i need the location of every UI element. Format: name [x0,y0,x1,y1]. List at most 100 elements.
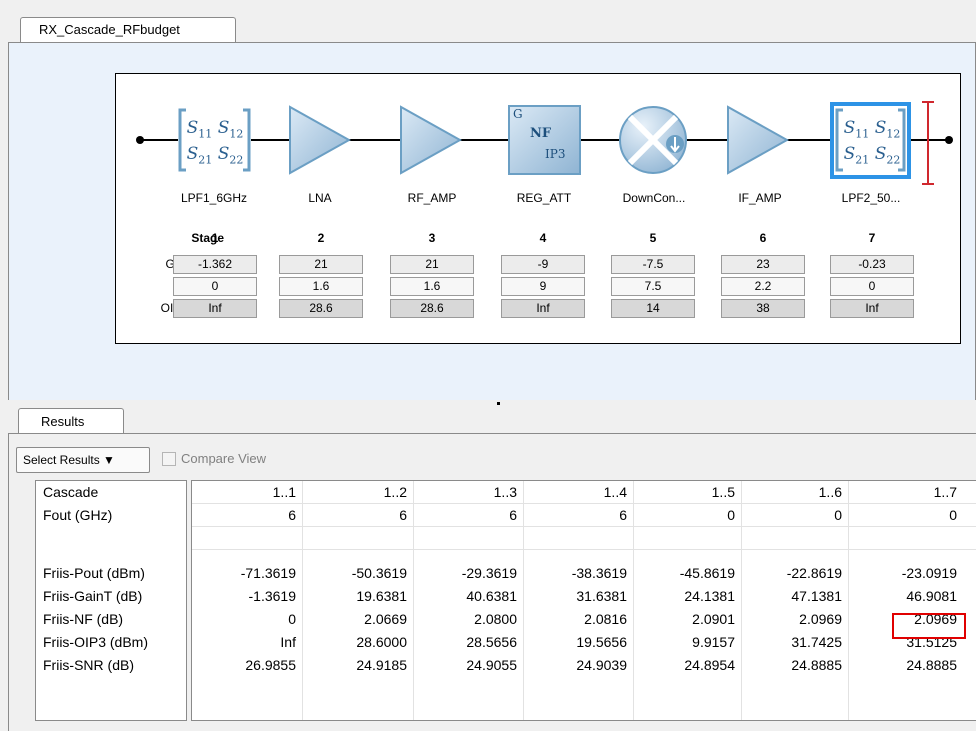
if-amp-amplifier-icon[interactable] [727,105,790,175]
table-cell [523,527,633,550]
highlight-annotation-box [892,613,966,639]
stage-number: 2 [317,231,325,245]
table-cell [633,527,741,550]
results-row-labels: Cascade Fout (GHz) Friis-Pout (dBm) Frii… [35,480,187,721]
stage-number: 4 [539,231,547,245]
gain-cell[interactable]: -7.5 [611,255,695,274]
table-cell: 24.1381 [684,588,735,604]
stage-number: 6 [759,231,767,245]
column-header[interactable]: 1..5 [633,481,741,504]
nf-cell[interactable]: 7.5 [611,277,695,296]
oip3-cell[interactable]: 38 [721,299,805,318]
results-tab-divider [8,433,976,434]
gain-cell[interactable]: -9 [501,255,585,274]
table-row: Inf 28.6000 28.5656 19.5656 9.9157 31.74… [192,631,976,654]
element-label-5: DownCon... [622,191,686,205]
row-label-cascade: Cascade [43,484,99,500]
select-results-dropdown[interactable]: Select Results ▼ [16,447,150,473]
row-label-oip3: Friis-OIP3 (dBm) [43,634,148,650]
stage-number: 1 [211,231,219,245]
gain-cell[interactable]: -1.362 [173,255,257,274]
table-cell: 2.0816 [584,611,627,627]
table-cell [741,527,848,550]
tab-results[interactable]: Results [18,408,124,434]
nf-cell[interactable]: 0 [830,277,914,296]
nf-cell[interactable]: 2.2 [721,277,805,296]
compare-view-checkbox[interactable] [162,452,176,466]
tab-rx-cascade[interactable]: RX_Cascade_RFbudget [20,17,236,43]
table-cell: -29.3619 [461,565,517,581]
oip3-cell[interactable]: Inf [173,299,257,318]
table-cell: -50.3619 [351,565,407,581]
table-cell: -38.3619 [571,565,627,581]
oip3-cell[interactable]: 28.6 [279,299,363,318]
input-port[interactable] [136,136,144,144]
row-label-snr: Friis-SNR (dB) [43,657,134,673]
table-cell: 40.6381 [466,588,517,604]
gain-cell[interactable]: 23 [721,255,805,274]
gain-cell[interactable]: -0.23 [830,255,914,274]
lpf1-sparam-text: S11 S12 S21 S22 [186,118,244,167]
table-cell: 0 [949,507,957,523]
element-label-1: LPF1_6GHz [180,191,248,205]
table-row: 6 6 6 6 0 0 0 [192,504,976,527]
table-cell: 6 [288,507,296,523]
table-cell: 2.0901 [692,611,735,627]
table-cell: 24.9055 [466,657,517,673]
table-row: 26.9855 24.9185 24.9055 24.9039 24.8954 … [192,654,976,677]
table-cell: -71.3619 [240,565,296,581]
rf-amp-amplifier-icon[interactable] [400,105,463,175]
column-header[interactable]: 1..6 [741,481,848,504]
element-label-3: RF_AMP [407,191,457,205]
oip3-cell[interactable]: Inf [830,299,914,318]
oip3-cell[interactable]: 14 [611,299,695,318]
oip3-cell[interactable]: 28.6 [390,299,474,318]
column-header[interactable]: 1..3 [413,481,523,504]
table-cell: 6 [619,507,627,523]
table-cell: 2.0969 [799,611,842,627]
column-header[interactable]: 1..1 [192,481,302,504]
nf-cell[interactable]: 9 [501,277,585,296]
splitter-handle[interactable] [497,402,500,405]
table-cell: 0 [288,611,296,627]
row-label-gaint: Friis-GainT (dB) [43,588,143,604]
row-label-fout: Fout (GHz) [43,507,113,523]
oip3-cell[interactable]: Inf [501,299,585,318]
row-label-blank [36,527,186,550]
table-cell: 2.0669 [364,611,407,627]
table-cell: 6 [509,507,517,523]
lna-amplifier-icon[interactable] [289,105,352,175]
table-cell: 0 [834,507,842,523]
reg-att-ip3-text: IP3 [545,147,566,161]
table-cell: 47.1381 [791,588,842,604]
table-cell [413,527,523,550]
table-cell: 26.9855 [245,657,296,673]
table-cell [302,527,413,550]
stage-number: 7 [868,231,876,245]
cascade-end-marker[interactable] [922,101,934,185]
table-cell: 28.6000 [356,634,407,650]
row-label-pout: Friis-Pout (dBm) [43,565,145,581]
gain-cell[interactable]: 21 [279,255,363,274]
stage-number: 5 [649,231,657,245]
gain-cell[interactable]: 21 [390,255,474,274]
column-header[interactable]: 1..2 [302,481,413,504]
column-header[interactable]: 1..7 [848,481,963,504]
reg-att-nf-text: NF [530,126,552,141]
column-header[interactable]: 1..4 [523,481,633,504]
table-cell [848,527,963,550]
nf-cell[interactable]: 1.6 [279,277,363,296]
table-cell: Inf [280,634,296,650]
downconverter-mixer-icon[interactable] [619,106,687,174]
table-cell: 2.0800 [474,611,517,627]
table-cell: -1.3619 [248,588,296,604]
table-row: -1.3619 19.6381 40.6381 31.6381 24.1381 … [192,585,976,608]
table-cell: -23.0919 [901,565,957,581]
output-port[interactable] [945,136,953,144]
nf-cell[interactable]: 1.6 [390,277,474,296]
element-label-7: LPF2_50... [841,191,901,205]
table-row: 0 2.0669 2.0800 2.0816 2.0901 2.0969 2.0… [192,608,976,631]
nf-cell[interactable]: 0 [173,277,257,296]
table-cell [192,527,302,550]
rf-budget-canvas: S11 S12 S21 S22 S11 S12 S21 S22 G NF IP3… [115,73,961,344]
